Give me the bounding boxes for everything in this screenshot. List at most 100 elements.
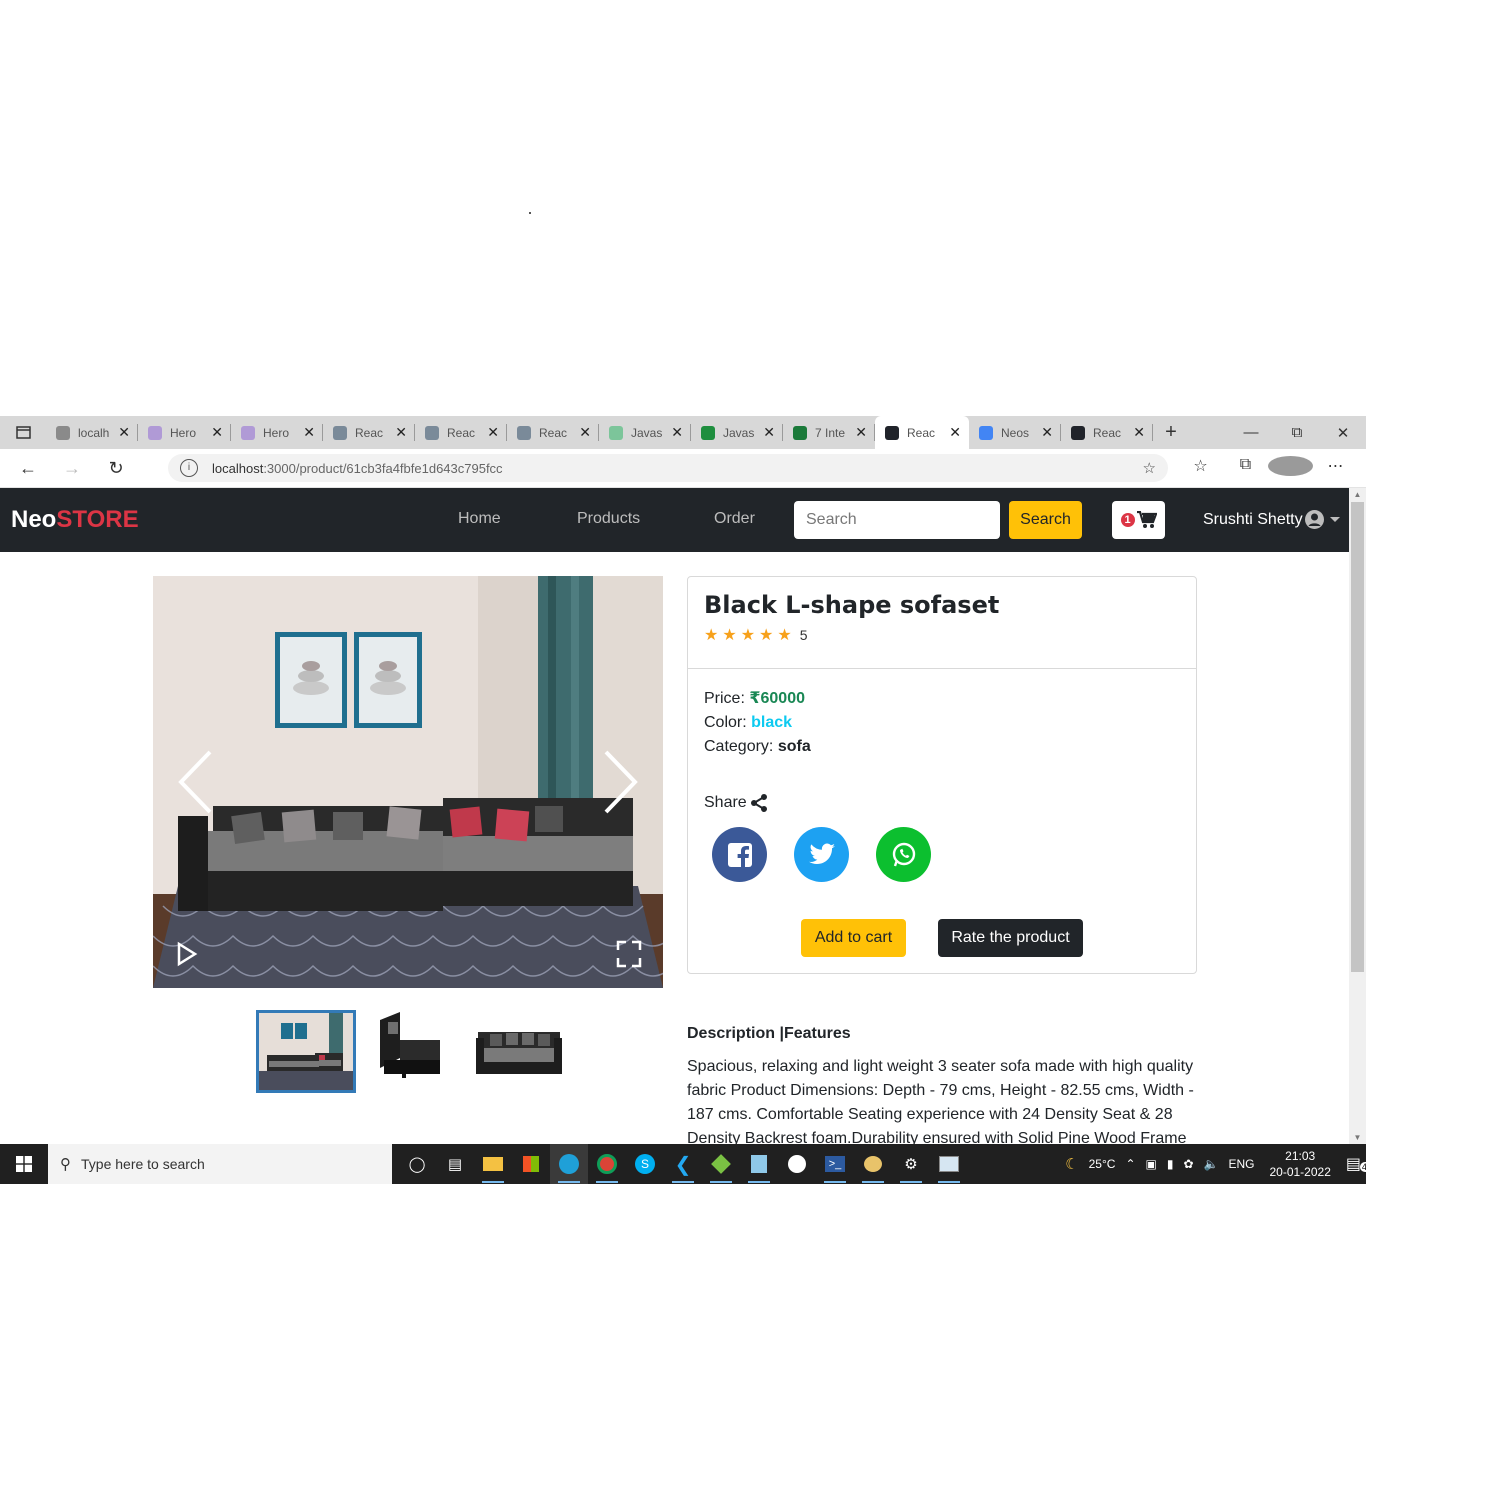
refresh-icon[interactable]: ↻	[94, 458, 138, 479]
close-tab-icon[interactable]: ✕	[211, 424, 223, 441]
close-tab-icon[interactable]: ✕	[1041, 424, 1053, 441]
close-tab-icon[interactable]: ✕	[487, 424, 499, 441]
paint-icon[interactable]	[854, 1144, 892, 1184]
browser-tab[interactable]: Reac ✕	[415, 416, 507, 449]
back-icon[interactable]: ←	[6, 458, 50, 479]
favorites-icon[interactable]: ☆	[1178, 456, 1223, 481]
site-info-icon[interactable]: i	[180, 459, 198, 477]
nav-products[interactable]: Products	[577, 510, 640, 528]
show-hidden-icons-icon[interactable]: ⌃	[1125, 1157, 1135, 1171]
scroll-down-icon[interactable]: ▼	[1349, 1133, 1366, 1142]
category-row: Category: sofa	[704, 735, 1180, 759]
device-icon[interactable]: ▣	[1146, 1157, 1157, 1171]
browser-tab[interactable]: Hero ✕	[138, 416, 231, 449]
more-menu-icon[interactable]: ⋯	[1313, 456, 1358, 481]
cart-button[interactable]: 1	[1112, 501, 1165, 539]
powershell-icon[interactable]: >_	[816, 1144, 854, 1184]
browser-tab[interactable]: Neos ✕	[969, 416, 1061, 449]
nav-order[interactable]: Order	[714, 510, 755, 528]
page-scrollbar[interactable]: ▲ ▼	[1349, 488, 1366, 1144]
start-button[interactable]	[0, 1144, 48, 1184]
taskbar-search-box[interactable]: ⚲ Type here to search	[48, 1144, 392, 1184]
card-header: Black L-shape sofaset ★ ★ ★ ★ ★ 5	[688, 577, 1196, 669]
fullscreen-button[interactable]	[608, 936, 648, 972]
battery-icon[interactable]: ▮	[1167, 1157, 1174, 1171]
next-image-button[interactable]	[596, 738, 646, 828]
wifi-icon[interactable]: ✿	[1183, 1157, 1193, 1171]
browser-tab[interactable]: Reac ✕	[875, 416, 969, 449]
play-slideshow-button[interactable]	[168, 936, 204, 972]
scrollbar-thumb[interactable]	[1351, 502, 1364, 972]
collections-icon[interactable]: ⧉	[1223, 456, 1268, 481]
page-viewport: NeoSTORE Home Products Order Search 1 Sr…	[0, 488, 1349, 1144]
restore-icon[interactable]: ⧉	[1274, 424, 1320, 442]
close-tab-icon[interactable]: ✕	[949, 424, 961, 441]
screenshot: localh ✕ Hero ✕ Hero ✕ Reac ✕ Reac ✕ Reac ✕ Javas ✕ Ja…	[0, 416, 1366, 1184]
search-button[interactable]: Search	[1009, 501, 1082, 539]
close-tab-icon[interactable]: ✕	[118, 424, 130, 441]
prev-image-button[interactable]	[170, 738, 220, 828]
mongodb-icon[interactable]	[778, 1144, 816, 1184]
thumbnail-3[interactable]	[468, 1010, 568, 1093]
settings-icon[interactable]: ⚙	[892, 1144, 930, 1184]
skype-icon[interactable]: S	[626, 1144, 664, 1184]
close-tab-icon[interactable]: ✕	[855, 424, 867, 441]
browser-tab[interactable]: Reac ✕	[323, 416, 415, 449]
weather-temp[interactable]: 25°C	[1089, 1157, 1116, 1171]
browser-tab[interactable]: 7 Inte ✕	[783, 416, 875, 449]
close-tab-icon[interactable]: ✕	[671, 424, 683, 441]
volume-icon[interactable]: 🔈	[1204, 1157, 1219, 1171]
brand-logo[interactable]: NeoSTORE	[11, 506, 139, 534]
notes-icon[interactable]	[740, 1144, 778, 1184]
url-field[interactable]: i localhost:3000/product/61cb3fa4fbfe1d6…	[168, 454, 1168, 482]
facebook-share-button[interactable]	[712, 827, 767, 882]
task-view-icon[interactable]: ▤	[436, 1144, 474, 1184]
close-tab-icon[interactable]: ✕	[395, 424, 407, 441]
close-tab-icon[interactable]: ✕	[763, 424, 775, 441]
vscode-icon[interactable]: ❮	[664, 1144, 702, 1184]
weather-icon[interactable]: ☾	[1065, 1155, 1078, 1173]
add-to-cart-button[interactable]: Add to cart	[801, 919, 906, 957]
browser-tab[interactable]: Javas ✕	[599, 416, 691, 449]
cortana-icon[interactable]: ◯	[398, 1144, 436, 1184]
whatsapp-share-button[interactable]	[876, 827, 931, 882]
twitter-share-button[interactable]	[794, 827, 849, 882]
notifications-icon[interactable]: ▤41	[1346, 1154, 1366, 1174]
profile-icon[interactable]	[1268, 455, 1313, 481]
browser-tab[interactable]: Reac ✕	[1061, 416, 1153, 449]
share-icon	[750, 794, 767, 812]
tab-actions-button[interactable]	[0, 416, 46, 449]
thumbnail-2[interactable]	[362, 1010, 462, 1093]
add-favorite-icon[interactable]: ☆	[1143, 459, 1156, 477]
image-viewer-icon[interactable]	[930, 1144, 968, 1184]
browser-tab[interactable]: Hero ✕	[231, 416, 323, 449]
file-explorer-icon[interactable]	[474, 1144, 512, 1184]
close-window-icon[interactable]: ✕	[1320, 424, 1366, 442]
browser-tab[interactable]: Javas ✕	[691, 416, 783, 449]
store-icon[interactable]	[512, 1144, 550, 1184]
close-tab-icon[interactable]: ✕	[579, 424, 591, 441]
social-share-buttons	[712, 827, 1180, 882]
edge-icon[interactable]	[550, 1144, 588, 1184]
close-tab-icon[interactable]: ✕	[1133, 424, 1145, 441]
browser-tab[interactable]: Reac ✕	[507, 416, 599, 449]
clock[interactable]: 21:03 20-01-2022	[1269, 1148, 1330, 1180]
scroll-up-icon[interactable]: ▲	[1349, 490, 1366, 499]
language-indicator[interactable]: ENG	[1228, 1157, 1254, 1171]
sheet-icon	[609, 425, 623, 440]
user-menu[interactable]: Srushti Shetty	[1203, 510, 1340, 529]
chrome-icon[interactable]	[588, 1144, 626, 1184]
system-tray: ☾ 25°C ⌃ ▣ ▮ ✿ 🔈 ENG 21:03 20-01-2022 ▤ 4…	[1060, 1148, 1366, 1180]
nav-home[interactable]: Home	[458, 510, 501, 528]
git-icon[interactable]	[702, 1144, 740, 1184]
browser-tab[interactable]: localh ✕	[46, 416, 138, 449]
minimize-icon[interactable]: —	[1228, 424, 1274, 442]
thumbnail-1[interactable]	[256, 1010, 356, 1093]
rate-product-button[interactable]: Rate the product	[938, 919, 1083, 957]
clock-date: 20-01-2022	[1269, 1165, 1331, 1179]
search-input[interactable]	[794, 501, 1000, 539]
new-tab-button[interactable]: +	[1153, 421, 1189, 444]
tab-title: Reac	[355, 425, 384, 440]
close-tab-icon[interactable]: ✕	[303, 424, 315, 441]
forward-icon[interactable]: →	[50, 458, 94, 479]
